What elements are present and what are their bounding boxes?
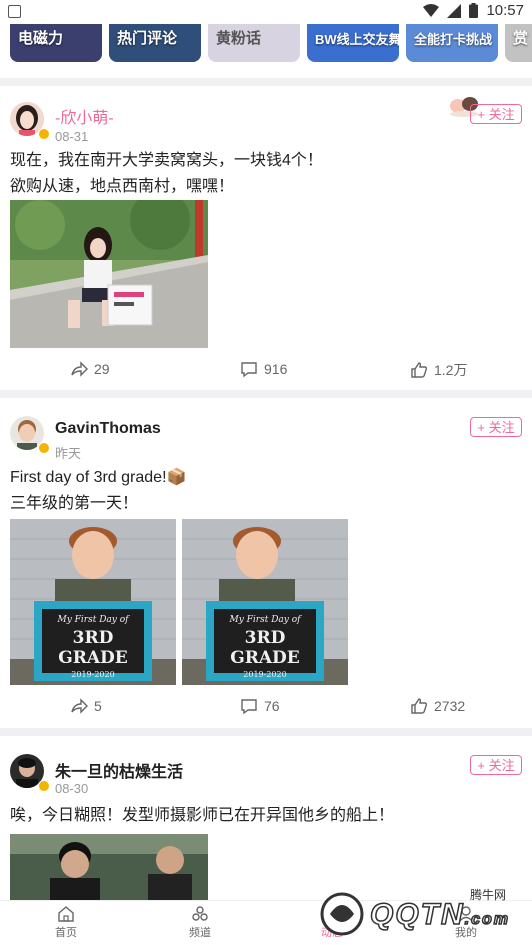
post-text-line: 欲购从速，地点西南村，嘿嘿！ (10, 178, 235, 195)
post-text: 唉，今日糊照！发型师摄影师已在开异国他乡的船上！ (10, 803, 394, 829)
grade-sign-main: 3RD GRADE (58, 628, 128, 668)
site-watermark: 腾牛网 QQTN.com (312, 884, 532, 944)
feed-post[interactable]: -欣小萌- 08-31 + 关注 现在，我在南开大学卖窝窝头，一块钱4个！ 欲购… (0, 86, 532, 386)
comment-count: 76 (264, 698, 280, 714)
verified-badge-icon (38, 780, 50, 792)
nav-home[interactable]: 首页 (36, 905, 96, 940)
follow-button[interactable]: + 关注 (470, 104, 522, 124)
post-image[interactable]: My First Day of 3RD GRADE 2019-2020 (10, 519, 176, 685)
verified-badge-icon (38, 442, 50, 454)
grade-sign: My First Day of 3RD GRADE 2019-2020 (214, 609, 316, 679)
post-username[interactable]: 朱一旦的枯燥生活 (55, 758, 183, 782)
grade-sign: My First Day of 3RD GRADE 2019-2020 (42, 609, 144, 679)
comment-icon (241, 699, 257, 715)
grade-sign-main: 3RD GRADE (230, 628, 300, 668)
like-button[interactable]: 2732 (410, 697, 465, 715)
channel-icon (192, 906, 208, 921)
post-text: First day of 3rd grade!📦 三年级的第一天！ (10, 465, 186, 517)
follow-button[interactable]: + 关注 (470, 417, 522, 437)
watermark-text: QQTN (369, 897, 465, 932)
comment-icon (241, 362, 257, 378)
battery-icon (469, 3, 479, 18)
thumbs-up-icon (411, 362, 428, 378)
feed-post[interactable]: 朱一旦的枯燥生活 08-30 + 关注 唉，今日糊照！发型师摄影师已在开异国他乡… (0, 736, 532, 900)
feed-post[interactable]: GavinThomas 昨天 + 关注 First day of 3rd gra… (0, 398, 532, 728)
like-count: 2732 (434, 698, 466, 714)
post-text-line: 唉，今日糊照！发型师摄影师已在开异国他乡的船上！ (10, 807, 395, 824)
verified-badge-icon (38, 128, 50, 140)
nav-label: 首页 (55, 927, 77, 939)
comment-count: 916 (264, 361, 288, 377)
share-button[interactable]: 5 (70, 697, 102, 715)
share-count: 29 (94, 361, 110, 377)
topic-tile-label: 赏 (513, 30, 529, 47)
grade-sign-top: My First Day of (57, 615, 129, 625)
like-button[interactable]: 1.2万 (410, 360, 467, 380)
post-username[interactable]: -欣小萌- (55, 104, 114, 128)
home-icon (58, 906, 74, 922)
nav-channel[interactable]: 频道 (170, 905, 230, 940)
wifi-icon (423, 3, 440, 17)
follow-button[interactable]: + 关注 (470, 755, 522, 775)
post-image[interactable] (10, 834, 208, 900)
share-icon (71, 698, 88, 714)
like-count: 1.2万 (434, 362, 468, 378)
post-date: 昨天 (55, 446, 82, 461)
nav-label: 频道 (189, 927, 211, 939)
grade-sign-year: 2019-2020 (243, 670, 287, 679)
post-text-line: 现在，我在南开大学卖窝窝头，一块钱4个！ (10, 152, 323, 169)
section-divider (0, 78, 532, 86)
post-date: 08-30 (55, 781, 89, 796)
post-date: 08-31 (55, 129, 89, 144)
signal-icon (447, 3, 462, 18)
post-text: 现在，我在南开大学卖窝窝头，一块钱4个！ 欲购从速，地点西南村，嘿嘿！ (10, 148, 323, 200)
topic-tile-label: 电磁力 (18, 30, 64, 47)
section-divider (0, 390, 532, 398)
share-icon (71, 361, 88, 377)
post-username[interactable]: GavinThomas (55, 420, 161, 438)
comment-button[interactable]: 916 (240, 360, 287, 378)
watermark-domain: .com (464, 910, 511, 929)
grade-sign-top: My First Day of (229, 615, 301, 625)
status-time: 10:57 (486, 2, 524, 19)
post-image[interactable]: My First Day of 3RD GRADE 2019-2020 (182, 519, 348, 685)
topic-tile-label: 黄粉话 (216, 30, 262, 47)
notification-icon (8, 5, 21, 18)
grade-sign-year: 2019-2020 (71, 670, 115, 679)
share-count: 5 (94, 698, 102, 714)
topic-tile-label: 热门评论 (117, 30, 178, 47)
post-image[interactable] (10, 200, 208, 348)
comment-button[interactable]: 76 (240, 697, 280, 715)
share-button[interactable]: 29 (70, 360, 110, 378)
topic-tile-label: BW线上交友舞台 (315, 32, 399, 47)
post-actions: 29 916 1.2万 (0, 360, 532, 380)
section-divider (0, 728, 532, 736)
post-text-line: 三年级的第一天！ (10, 495, 139, 512)
topic-tile-label: 全能打卡挑战 (414, 32, 493, 47)
thumbs-up-icon (411, 698, 428, 714)
post-text-line: First day of 3rd grade!📦 (10, 469, 187, 486)
status-bar: 10:57 (0, 0, 532, 24)
post-actions: 5 76 2732 (0, 697, 532, 717)
